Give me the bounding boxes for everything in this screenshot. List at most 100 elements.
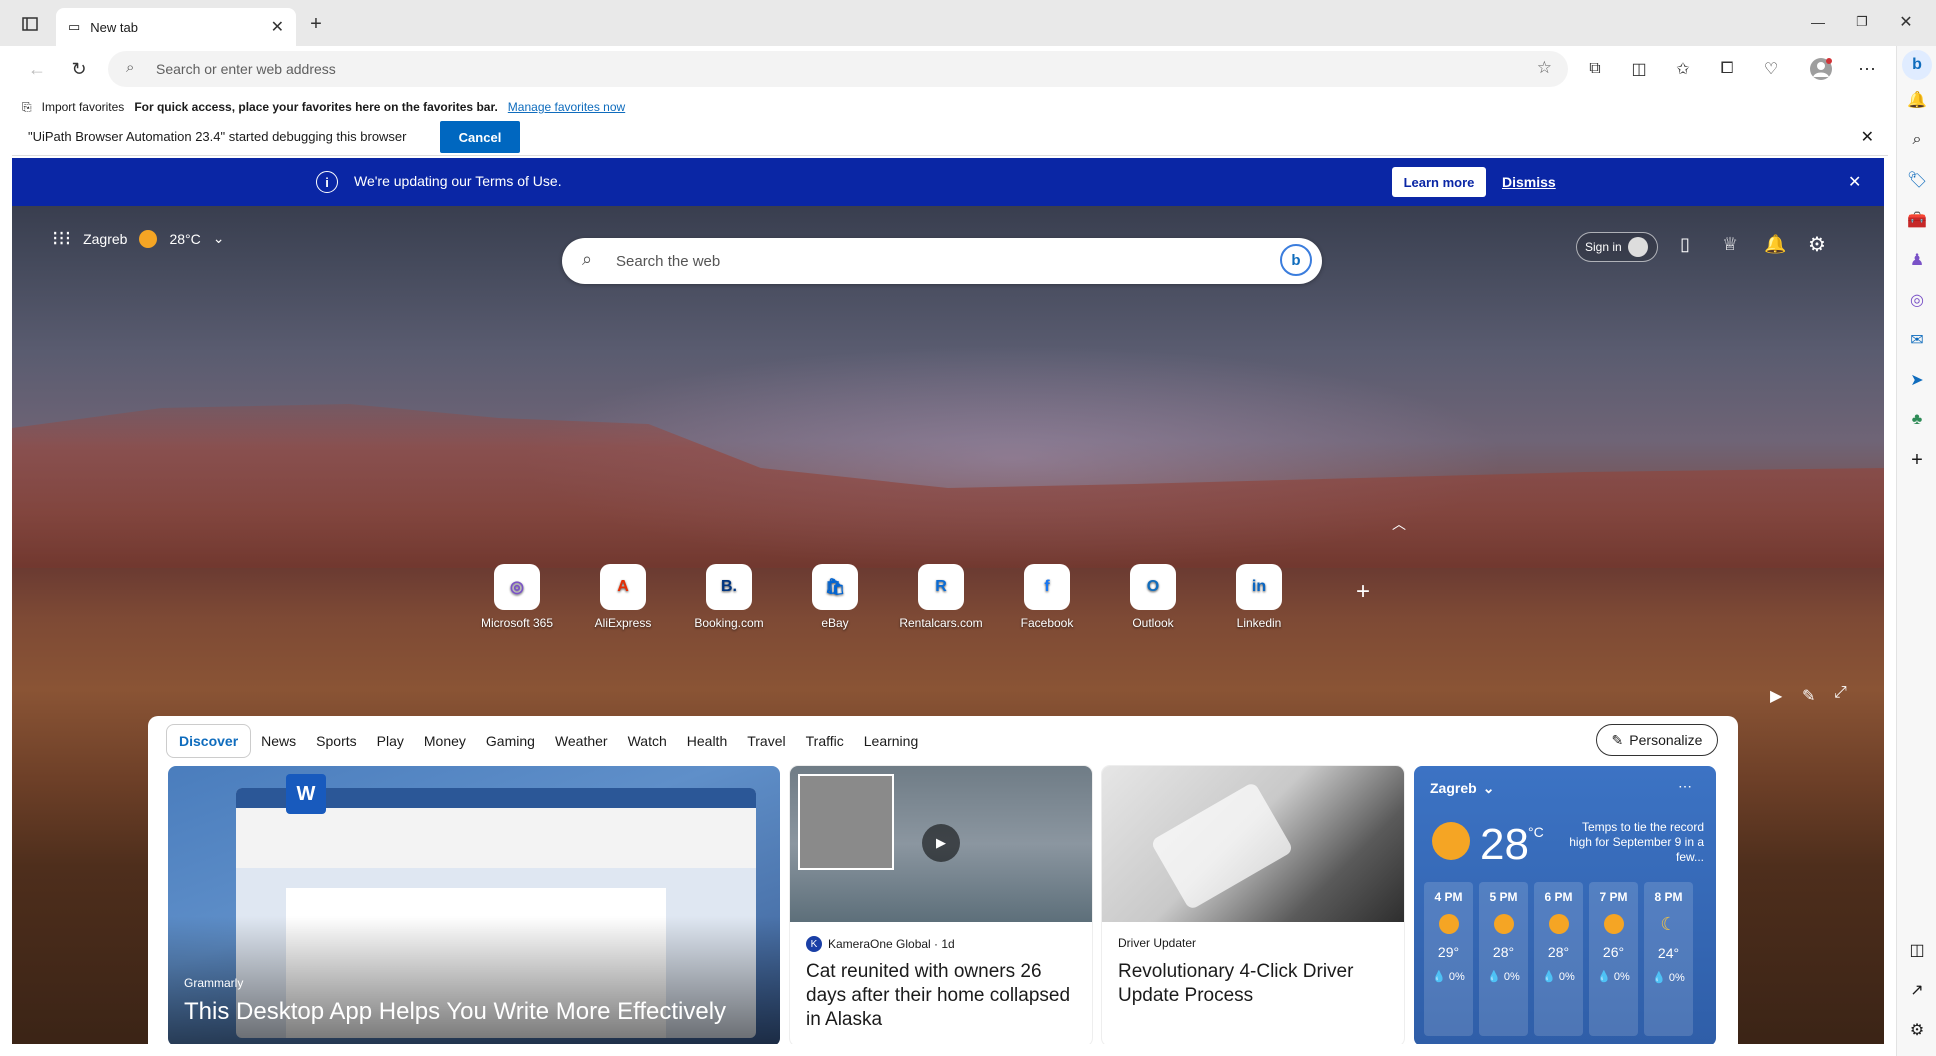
favorites-hint: For quick access, place your favorites h… <box>134 100 498 114</box>
outlook-icon[interactable]: ✉ <box>1905 328 1929 352</box>
weather-city-row[interactable]: Zagreb ⌄ <box>1430 780 1494 797</box>
card-image: ▶ <box>790 766 1092 922</box>
web-search-box[interactable]: ⌕ Search the web b <box>562 238 1322 284</box>
feed-tab[interactable]: Play <box>367 724 414 758</box>
manage-favorites-link[interactable]: Manage favorites now <box>508 100 625 114</box>
browser-essentials-icon[interactable]: ♡ <box>1758 56 1784 82</box>
new-tab-icon[interactable]: + <box>304 12 328 36</box>
import-favorites-icon: ⎘ <box>22 99 32 114</box>
feed-tab[interactable]: Sports <box>306 724 366 758</box>
more-icon[interactable]: ⋯ <box>1678 778 1692 795</box>
back-icon[interactable]: ← <box>24 56 50 82</box>
learn-more-button[interactable]: Learn more <box>1392 167 1486 197</box>
restore-icon[interactable]: ❐ <box>1850 10 1874 34</box>
tab-new-tab[interactable]: ▭ New tab ✕ <box>56 8 296 46</box>
bing-icon[interactable]: b <box>1280 244 1312 276</box>
tab-title: New tab <box>90 19 138 35</box>
feed-tab[interactable]: Traffic <box>796 724 854 758</box>
open-external-icon[interactable]: ↗ <box>1905 978 1929 1002</box>
weather-note[interactable]: Temps to tie the record high for Septemb… <box>1566 820 1704 865</box>
shopping-icon[interactable]: 🏷 <box>1905 168 1929 192</box>
minimize-icon[interactable]: — <box>1806 10 1830 34</box>
temperature-label[interactable]: 28°C <box>169 231 200 247</box>
personalize-button[interactable]: ✎ Personalize <box>1596 724 1718 756</box>
news-card-driver[interactable]: Driver Updater Revolutionary 4-Click Dri… <box>1102 766 1404 1044</box>
feed-tab[interactable]: Watch <box>618 724 677 758</box>
sign-in-button[interactable]: Sign in <box>1576 232 1658 262</box>
rewards-icon[interactable]: ♕ <box>1722 234 1738 255</box>
tab-actions-icon[interactable] <box>18 12 42 36</box>
profile-avatar[interactable] <box>1806 54 1836 84</box>
quick-link-tile[interactable]: f Facebook <box>1002 564 1092 630</box>
location-label[interactable]: Zagreb <box>83 231 127 247</box>
refresh-icon[interactable]: ↻ <box>66 56 92 82</box>
quick-link-icon: f <box>1024 564 1070 610</box>
copilot-icon[interactable]: b <box>1902 50 1932 80</box>
hide-sidebar-icon[interactable]: ◫ <box>1905 938 1929 962</box>
more-options-icon[interactable]: ⋯ <box>1854 56 1880 82</box>
quick-link-tile[interactable]: in Linkedin <box>1214 564 1304 630</box>
tree-icon[interactable]: ♣ <box>1905 408 1929 432</box>
add-sidebar-app-icon[interactable]: + <box>1905 448 1929 472</box>
microsoft-365-icon[interactable]: ◎ <box>1905 288 1929 312</box>
tools-icon[interactable]: 🧰 <box>1905 208 1929 232</box>
settings-icon[interactable]: ⚙ <box>1808 232 1826 257</box>
weather-temp: 28 <box>1480 820 1529 869</box>
collapse-icon[interactable]: ︿ <box>1392 514 1406 534</box>
quick-link-tile[interactable]: ◎ Microsoft 365 <box>472 564 562 630</box>
quick-link-label: eBay <box>821 616 849 630</box>
card-title: This Desktop App Helps You Write More Ef… <box>184 998 727 1025</box>
quick-link-tile[interactable]: R Rentalcars.com <box>896 564 986 630</box>
hour-label: 8 PM <box>1654 890 1683 904</box>
chevron-down-icon[interactable]: ⌄ <box>213 230 225 247</box>
pencil-icon: ✎ <box>1611 731 1624 748</box>
extensions-icon[interactable]: ⧉ <box>1582 56 1608 82</box>
edge-sidebar: b 🔔 ⌕ 🏷 🧰 ♟ ◎ ✉ ➤ ♣ + ◫ ↗ ⚙ <box>1896 46 1936 1056</box>
news-card-cat[interactable]: ▶ K KameraOne Global · 1d Cat reunited w… <box>790 766 1092 1044</box>
feed-tab[interactable]: Discover <box>166 724 252 758</box>
collections-icon[interactable]: ⧠ <box>1714 56 1740 82</box>
games-icon[interactable]: ♟ <box>1905 248 1929 272</box>
favorite-star-icon[interactable]: ☆ <box>1537 58 1552 78</box>
dismiss-link[interactable]: Dismiss <box>1502 158 1556 206</box>
cancel-debug-button[interactable]: Cancel <box>440 121 520 153</box>
card-title: Cat reunited with owners 26 days after t… <box>806 961 1071 1030</box>
publisher-icon: K <box>806 936 822 952</box>
feed-tab[interactable]: Travel <box>737 724 795 758</box>
split-screen-icon[interactable]: ◫ <box>1626 56 1652 82</box>
feed-tab[interactable]: Money <box>414 724 476 758</box>
feed-tab[interactable]: Learning <box>854 724 929 758</box>
hour-label: 6 PM <box>1544 890 1573 904</box>
weather-card[interactable]: Zagreb ⌄ ⋯ 28 °C Temps to tie the record… <box>1414 766 1716 1044</box>
apps-grid-icon[interactable]: ⁝⁝⁝ <box>52 226 71 251</box>
hourly-forecast: 4 PM 29° 💧 0% 5 PM 28° 💧 0% 6 PM 28° 💧 0% 7 PM 26°… <box>1424 882 1693 1036</box>
close-tab-icon[interactable]: ✕ <box>271 17 284 37</box>
feed-tab[interactable]: Health <box>677 724 737 758</box>
close-banner-icon[interactable]: ✕ <box>1848 172 1861 192</box>
close-window-icon[interactable]: ✕ <box>1894 10 1918 34</box>
close-infobar-icon[interactable]: ✕ <box>1861 127 1874 147</box>
quick-link-tile[interactable]: A AliExpress <box>578 564 668 630</box>
expand-icon[interactable]: ⤢ <box>1834 684 1847 702</box>
notifications-icon[interactable]: 🔔 <box>1905 88 1929 112</box>
play-icon[interactable]: ▶ <box>1770 686 1782 706</box>
quick-link-tile[interactable]: O Outlook <box>1108 564 1198 630</box>
news-card-grammarly[interactable]: W Grammarly This Desktop App Helps You W… <box>168 766 780 1044</box>
image-info-icon[interactable]: ✎ <box>1802 686 1815 706</box>
phone-icon[interactable]: ▯ <box>1680 234 1690 255</box>
feed-tab[interactable]: News <box>251 724 306 758</box>
quick-link-tile[interactable]: B. Booking.com <box>684 564 774 630</box>
search-sidebar-icon[interactable]: ⌕ <box>1905 128 1929 152</box>
import-favorites-button[interactable]: Import favorites <box>42 100 125 114</box>
bell-icon[interactable]: 🔔 <box>1764 234 1786 255</box>
send-icon[interactable]: ➤ <box>1905 368 1929 392</box>
play-video-icon[interactable]: ▶ <box>922 824 960 862</box>
quick-link-tile[interactable]: 🛍 eBay <box>790 564 880 630</box>
feed-tab[interactable]: Gaming <box>476 724 545 758</box>
feed-tab[interactable]: Weather <box>545 724 618 758</box>
add-shortcut-icon[interactable]: + <box>1356 578 1370 606</box>
sidebar-settings-icon[interactable]: ⚙ <box>1905 1018 1929 1042</box>
address-bar[interactable]: ⌕ Search or enter web address ☆ <box>108 51 1568 87</box>
favorites-icon[interactable]: ✩ <box>1670 56 1696 82</box>
hour-precip: 0% <box>1448 971 1465 983</box>
